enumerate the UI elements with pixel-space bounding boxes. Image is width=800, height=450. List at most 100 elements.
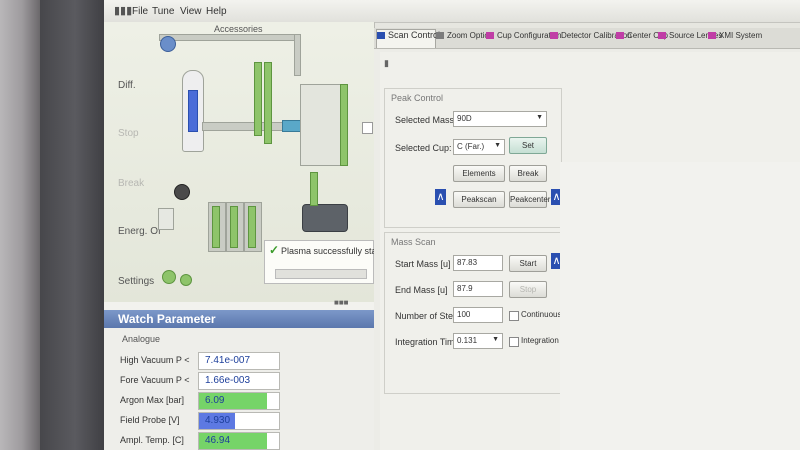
side-label-break[interactable]: Break	[118, 178, 144, 189]
end-mass-input[interactable]: 87.9	[453, 281, 503, 297]
chevron-down-icon: ▼	[494, 142, 501, 149]
peakscan-icon: ∧	[435, 189, 446, 205]
schematic-pipe-green	[248, 206, 256, 248]
side-label-settings[interactable]: Settings	[118, 276, 154, 287]
menu-help[interactable]: Help	[206, 6, 227, 17]
center-cup-icon	[616, 32, 624, 39]
tab-scan-control[interactable]: Scan Control	[376, 29, 440, 48]
sample-beaker	[158, 208, 174, 230]
valve-icon	[162, 270, 176, 284]
panel-controls-icon[interactable]: ■■■	[334, 298, 349, 307]
schematic-pipe-green	[264, 62, 272, 144]
selected-mass-select[interactable]: 90D ▼	[453, 111, 547, 127]
parameter-label: Argon Max [bar]	[120, 395, 185, 405]
tab-bar: Scan Control Zoom Optics Cup Configurati…	[374, 28, 800, 49]
set-button[interactable]: Set	[509, 137, 547, 154]
end-mass-label: End Mass [u]	[395, 285, 448, 295]
watch-parameter-panel: Watch Parameter Analogue High Vacuum P <…	[104, 310, 374, 450]
menu-view[interactable]: View	[180, 6, 202, 17]
watch-parameter-row: Field Probe [V] 4.930	[116, 412, 376, 430]
cup-configuration-icon	[486, 32, 494, 39]
schematic-pipe-green	[230, 206, 238, 248]
status-tooltip: ✓ Plasma successfully started	[264, 240, 392, 284]
valve-icon	[180, 274, 192, 286]
stop-button[interactable]: Stop	[509, 281, 547, 298]
parameter-value: 4.930	[205, 415, 231, 426]
schematic-pipe	[294, 34, 301, 76]
continuous-mode-checkbox[interactable]	[509, 311, 519, 321]
peristaltic-pump	[174, 184, 190, 200]
menu-file[interactable]: File	[132, 6, 148, 17]
watch-parameter-header: Watch Parameter	[104, 310, 374, 328]
watch-parameter-row: Ampl. Temp. [C] 46.94	[116, 432, 376, 450]
chevron-down-icon: ▼	[536, 114, 543, 121]
tab-cup-configuration[interactable]: Cup Configuration	[486, 31, 561, 46]
side-label-diff[interactable]: Diff.	[118, 80, 136, 91]
tab-center-cup[interactable]: Center Cup	[616, 31, 668, 46]
detector-calibration-icon	[550, 32, 558, 39]
scan-control-pane: ▮ Peak Control Selected Mass: 90D ▼ Sele…	[380, 52, 800, 450]
tab-detector-calibration[interactable]: Detector Calibration	[550, 31, 632, 46]
schematic-pipe-green	[310, 172, 318, 206]
schematic-pipe	[159, 34, 301, 41]
menu-tune[interactable]: Tune	[152, 6, 174, 17]
zoom-optics-icon	[436, 32, 444, 39]
tooltip-scrollbar[interactable]	[275, 269, 367, 279]
parameter-label: Ampl. Temp. [C]	[120, 435, 184, 445]
peakcenter-button[interactable]: Peakcenter	[509, 191, 550, 208]
selected-mass-label: Selected Mass:	[395, 115, 457, 125]
parameter-value-box: 4.930	[198, 412, 280, 430]
watch-parameter-title: Watch Parameter	[118, 312, 216, 326]
parameter-value-box: 6.09	[198, 392, 280, 410]
tab-source-lenses[interactable]: Source Lenses	[658, 31, 722, 46]
right-panel: Scan Control Zoom Optics Cup Configurati…	[374, 28, 800, 450]
source-lenses-icon	[658, 32, 666, 39]
parameter-label: High Vacuum P <	[120, 355, 190, 365]
tab-xmi-system[interactable]: XMI System	[708, 31, 762, 46]
peak-control-title: Peak Control	[391, 93, 444, 103]
number-of-steps-input[interactable]: 100	[453, 307, 503, 323]
xmi-system-icon	[708, 32, 716, 39]
watch-parameter-row: Fore Vacuum P < 1.66e-003	[116, 372, 376, 390]
selected-cup-value: C (Far.)	[457, 142, 485, 151]
integration-time-select[interactable]: 0.131 ▼	[453, 333, 503, 349]
start-mass-label: Start Mass [u]	[395, 259, 451, 269]
accessories-title: Accessories	[214, 24, 263, 34]
parameter-value-box: 7.41e-007	[198, 352, 280, 370]
break-button[interactable]: Break	[509, 165, 547, 182]
selected-mass-value: 90D	[457, 114, 472, 123]
parameter-value: 7.41e-007	[205, 355, 251, 366]
integration-time-value: 0.131	[457, 336, 478, 345]
side-label-stop[interactable]: Stop	[118, 128, 139, 139]
chevron-down-icon: ▼	[492, 336, 499, 343]
interface-cone	[282, 120, 302, 132]
app-grip-icon: ▮▮▮	[114, 5, 133, 17]
diagram-checkbox[interactable]	[362, 122, 373, 134]
schematic-pipe-green	[212, 206, 220, 248]
peak-control-group: Peak Control Selected Mass: 90D ▼ Select…	[384, 88, 562, 228]
selected-cup-label: Selected Cup:	[395, 143, 452, 153]
elements-button[interactable]: Elements	[453, 165, 505, 182]
parameter-value: 1.66e-003	[205, 375, 251, 386]
parameter-label: Field Probe [V]	[120, 415, 180, 425]
scan-control-icon	[377, 32, 385, 39]
start-button[interactable]: Start	[509, 255, 547, 272]
number-of-steps-value: 100	[457, 310, 471, 319]
schematic-pipe-green	[254, 62, 262, 136]
gas-source-icon	[160, 36, 176, 52]
pane-marker-icon: ▮	[384, 58, 389, 68]
tab-zoom-optics[interactable]: Zoom Optics	[436, 31, 492, 46]
peakscan-button[interactable]: Peakscan	[453, 191, 505, 208]
mass-scan-group: Mass Scan Start Mass [u] 87.83 Start ∧ E…	[384, 232, 584, 394]
parameter-label: Fore Vacuum P <	[120, 375, 190, 385]
watch-parameter-row: High Vacuum P < 7.41e-007	[116, 352, 376, 370]
start-mass-value: 87.83	[457, 258, 478, 267]
start-mass-input[interactable]: 87.83	[453, 255, 503, 271]
integration-mode-checkbox[interactable]	[509, 337, 519, 347]
vacuum-pump	[302, 204, 348, 232]
side-label-energ-of[interactable]: Energ. Of	[118, 226, 161, 237]
end-mass-value: 87.9	[457, 284, 473, 293]
selected-cup-select[interactable]: C (Far.) ▼	[453, 139, 505, 155]
vacuum-chamber	[300, 84, 342, 166]
empty-pane-area	[560, 162, 800, 450]
